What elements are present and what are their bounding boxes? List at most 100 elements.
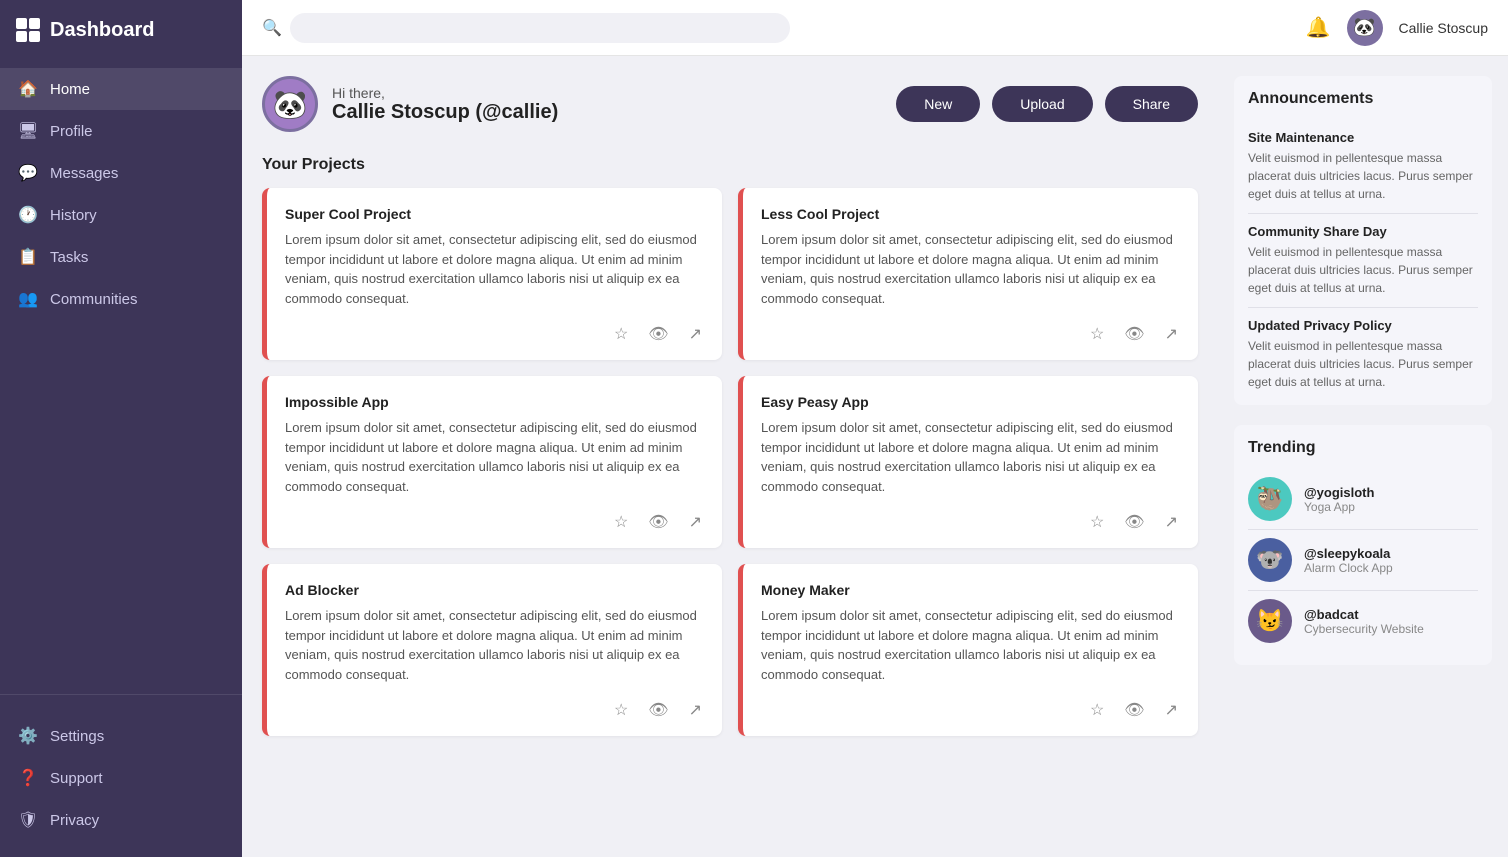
trending-handle: @yogisloth xyxy=(1304,485,1374,500)
project-card-title: Money Maker xyxy=(761,582,1180,598)
greeting-avatar: 🐼 xyxy=(262,76,318,132)
main-content: 🔍 🔔 🐼 Callie Stoscup 🐼 Hi there, Callie … xyxy=(242,0,1508,857)
project-card-actions: ☆ 👁 ↗ xyxy=(761,698,1180,722)
sidebar-item-messages[interactable]: 💬 Messages xyxy=(0,152,242,194)
trending-handle: @sleepykoala xyxy=(1304,546,1393,561)
right-panel: Announcements Site Maintenance Velit eui… xyxy=(1218,56,1508,857)
sidebar-divider xyxy=(0,694,242,695)
trending-handle: @badcat xyxy=(1304,607,1424,622)
eye-icon[interactable]: 👁 xyxy=(1122,322,1146,346)
project-card-title: Easy Peasy App xyxy=(761,394,1180,410)
greeting-text: Hi there, Callie Stoscup (@callie) xyxy=(332,85,558,124)
star-icon[interactable]: ☆ xyxy=(612,510,630,534)
eye-icon[interactable]: 👁 xyxy=(1122,510,1146,534)
sidebar-label-support: Support xyxy=(50,770,103,787)
new-button[interactable]: New xyxy=(896,86,980,122)
trending-list: 🦥 @yogisloth Yoga App 🐨 @sleepykoala Ala… xyxy=(1248,469,1478,651)
sidebar-icon-history: 🕐 xyxy=(18,205,38,225)
projects-grid: Super Cool Project Lorem ipsum dolor sit… xyxy=(262,188,1198,736)
app-title: Dashboard xyxy=(50,19,154,42)
sidebar-label-profile: Profile xyxy=(50,123,93,140)
project-card: Less Cool Project Lorem ipsum dolor sit … xyxy=(738,188,1198,360)
project-card-actions: ☆ 👁 ↗ xyxy=(285,510,704,534)
header: 🔍 🔔 🐼 Callie Stoscup xyxy=(242,0,1508,56)
content-area: 🐼 Hi there, Callie Stoscup (@callie) New… xyxy=(242,56,1508,857)
trending-section: Trending 🦥 @yogisloth Yoga App 🐨 @sleepy… xyxy=(1234,425,1492,665)
project-card: Super Cool Project Lorem ipsum dolor sit… xyxy=(262,188,722,360)
share-icon[interactable]: ↗ xyxy=(1163,698,1180,722)
project-card-title: Ad Blocker xyxy=(285,582,704,598)
trending-avatar: 😼 xyxy=(1248,599,1292,643)
sidebar-item-history[interactable]: 🕐 History xyxy=(0,194,242,236)
header-user-name: Callie Stoscup xyxy=(1399,20,1489,36)
project-card-actions: ☆ 👁 ↗ xyxy=(761,322,1180,346)
trending-heading: Trending xyxy=(1248,439,1478,457)
share-icon[interactable]: ↗ xyxy=(1163,322,1180,346)
share-icon[interactable]: ↗ xyxy=(687,698,704,722)
trending-info: @sleepykoala Alarm Clock App xyxy=(1304,546,1393,575)
sidebar-item-home[interactable]: 🏠 Home xyxy=(0,68,242,110)
main-panel: 🐼 Hi there, Callie Stoscup (@callie) New… xyxy=(242,56,1218,857)
announcements-section: Announcements Site Maintenance Velit eui… xyxy=(1234,76,1492,405)
star-icon[interactable]: ☆ xyxy=(612,322,630,346)
project-card-desc: Lorem ipsum dolor sit amet, consectetur … xyxy=(285,606,704,684)
eye-icon[interactable]: 👁 xyxy=(1122,698,1146,722)
notification-bell-icon[interactable]: 🔔 xyxy=(1306,15,1331,40)
sidebar-nav-top: 🏠 Home 🖥Profile 💬 Messages 🕐 History 📋 Tasks 👥Com… xyxy=(0,60,242,682)
greeting-name: Callie Stoscup (@callie) xyxy=(332,101,558,124)
share-button[interactable]: Share xyxy=(1105,86,1198,122)
share-icon[interactable]: ↗ xyxy=(687,322,704,346)
sidebar-label-home: Home xyxy=(50,81,90,98)
project-card-desc: Lorem ipsum dolor sit amet, consectetur … xyxy=(761,418,1180,496)
star-icon[interactable]: ☆ xyxy=(1088,698,1106,722)
search-icon: 🔍 xyxy=(262,18,282,38)
sidebar-icon-support: ❓ xyxy=(18,768,38,788)
project-card-desc: Lorem ipsum dolor sit amet, consectetur … xyxy=(761,606,1180,684)
app-logo: Dashboard xyxy=(0,0,242,60)
header-avatar: 🐼 xyxy=(1347,10,1383,46)
trending-item: 😼 @badcat Cybersecurity Website xyxy=(1248,591,1478,651)
trending-info: @badcat Cybersecurity Website xyxy=(1304,607,1424,636)
sidebar-label-privacy: Privacy xyxy=(50,812,99,829)
project-card-title: Super Cool Project xyxy=(285,206,704,222)
trending-item: 🐨 @sleepykoala Alarm Clock App xyxy=(1248,530,1478,591)
eye-icon[interactable]: 👁 xyxy=(646,322,670,346)
sidebar-icon-home: 🏠 xyxy=(18,79,38,99)
eye-icon[interactable]: 👁 xyxy=(646,698,670,722)
upload-button[interactable]: Upload xyxy=(992,86,1092,122)
announcement-text: Velit euismod in pellentesque massa plac… xyxy=(1248,337,1478,391)
trending-app: Alarm Clock App xyxy=(1304,561,1393,575)
sidebar-icon-tasks: 📋 xyxy=(18,247,38,267)
action-buttons: New Upload Share xyxy=(896,86,1198,122)
sidebar-item-tasks[interactable]: 📋 Tasks xyxy=(0,236,242,278)
sidebar-item-privacy[interactable]: 🛡Privacy xyxy=(0,799,242,841)
trending-app: Cybersecurity Website xyxy=(1304,622,1424,636)
sidebar-item-communities[interactable]: 👥Communities xyxy=(0,278,242,320)
star-icon[interactable]: ☆ xyxy=(1088,510,1106,534)
share-icon[interactable]: ↗ xyxy=(1163,510,1180,534)
star-icon[interactable]: ☆ xyxy=(1088,322,1106,346)
user-greeting: 🐼 Hi there, Callie Stoscup (@callie) New… xyxy=(262,76,1198,132)
search-input[interactable] xyxy=(290,13,790,43)
sidebar-item-support[interactable]: ❓ Support xyxy=(0,757,242,799)
sidebar-icon-messages: 💬 xyxy=(18,163,38,183)
announcements-heading: Announcements xyxy=(1248,90,1478,108)
project-card-desc: Lorem ipsum dolor sit amet, consectetur … xyxy=(761,230,1180,308)
star-icon[interactable]: ☆ xyxy=(612,698,630,722)
eye-icon[interactable]: 👁 xyxy=(646,510,670,534)
project-card: Easy Peasy App Lorem ipsum dolor sit ame… xyxy=(738,376,1198,548)
trending-avatar: 🐨 xyxy=(1248,538,1292,582)
sidebar-label-messages: Messages xyxy=(50,165,118,182)
project-card: Money Maker Lorem ipsum dolor sit amet, … xyxy=(738,564,1198,736)
sidebar-label-tasks: Tasks xyxy=(50,249,88,266)
announcement-title: Site Maintenance xyxy=(1248,130,1478,145)
sidebar-label-settings: Settings xyxy=(50,728,104,745)
sidebar-item-settings[interactable]: ⚙️ Settings xyxy=(0,715,242,757)
trending-app: Yoga App xyxy=(1304,500,1374,514)
sidebar-icon-settings: ⚙️ xyxy=(18,726,38,746)
share-icon[interactable]: ↗ xyxy=(687,510,704,534)
sidebar-label-history: History xyxy=(50,207,97,224)
sidebar-label-communities: Communities xyxy=(50,291,138,308)
sidebar-item-profile[interactable]: 🖥Profile xyxy=(0,110,242,152)
projects-heading: Your Projects xyxy=(262,156,1198,174)
